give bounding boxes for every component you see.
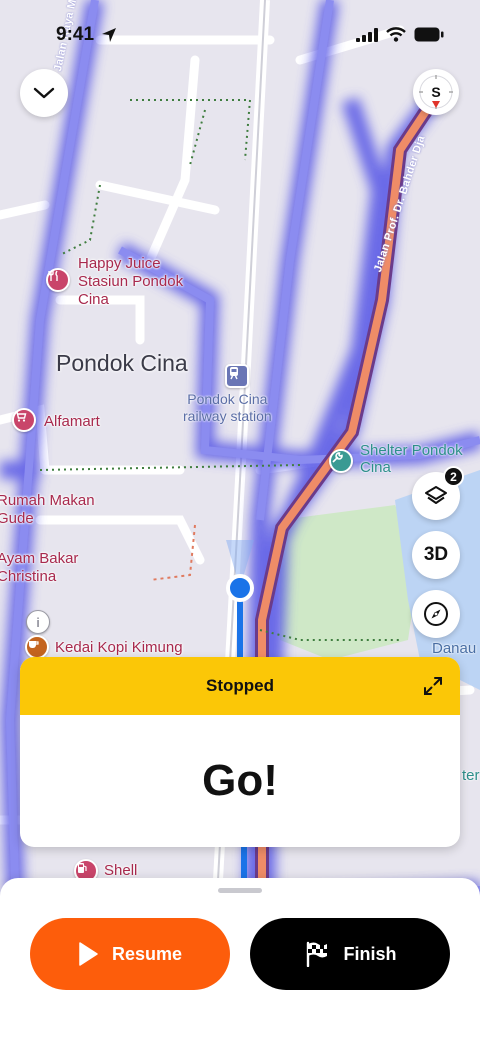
chevron-down-icon: [33, 87, 55, 99]
poi-pin-happy-juice[interactable]: [46, 268, 70, 292]
poi-label-happy-juice[interactable]: Happy Juice Stasiun Pondok Cina: [78, 255, 183, 309]
info-icon: i: [36, 614, 40, 630]
layers-button[interactable]: 2: [412, 466, 464, 520]
fork-knife-icon: [48, 270, 58, 281]
status-message: Go!: [202, 756, 278, 805]
info-pin[interactable]: i: [26, 610, 50, 634]
sheet-grabber[interactable]: [218, 888, 262, 893]
status-header-text: Stopped: [206, 676, 274, 695]
3d-toggle-button[interactable]: 3D: [412, 531, 460, 579]
signal-bars-icon: [356, 27, 378, 42]
collapse-button[interactable]: [20, 69, 68, 117]
resume-label: Resume: [111, 943, 183, 964]
wrench-icon: [332, 452, 343, 463]
checkered-flag-icon: [306, 941, 327, 967]
status-time: 9:41: [56, 24, 95, 45]
poi-label-kedai-kopi[interactable]: Kedai Kopi Kimung: [55, 639, 183, 657]
train-icon: [230, 367, 238, 380]
battery-icon: [414, 27, 444, 42]
edge-label: ter: [462, 767, 480, 784]
water-label: Danau: [432, 640, 477, 657]
shopping-cart-icon: [15, 411, 27, 422]
wifi-icon: [386, 27, 406, 42]
user-location-dot: [226, 574, 254, 602]
bottom-sheet: Resume Finish: [0, 878, 480, 1039]
layers-badge: 2: [443, 466, 464, 487]
status-bar: 9:41: [0, 0, 480, 70]
map-compass-button[interactable]: S: [413, 69, 459, 115]
play-icon: [79, 942, 98, 966]
coffee-cup-icon: [29, 641, 39, 648]
location-arrow-icon: [102, 28, 116, 42]
finish-label: Finish: [343, 943, 397, 964]
navigation-compass-icon: [424, 602, 448, 626]
poi-label-rumah-makan[interactable]: Rumah Makan Gude: [0, 492, 95, 528]
area-label: Pondok Cina: [56, 350, 188, 376]
poi-pin-alfamart[interactable]: [12, 408, 36, 432]
station-label[interactable]: Pondok Cina railway station: [183, 391, 272, 425]
poi-label-ayam-bakar[interactable]: Ayam Bakar Christina: [0, 550, 78, 586]
shelter-pin[interactable]: [329, 449, 353, 473]
recenter-button[interactable]: [412, 590, 460, 638]
3d-toggle-label: 3D: [423, 544, 449, 565]
status-card-header: Stopped: [20, 657, 460, 715]
expand-arrows-icon[interactable]: [422, 675, 444, 697]
poi-label-alfamart[interactable]: Alfamart: [44, 413, 100, 431]
fuel-pump-icon: [78, 863, 87, 873]
poi-pin-kedai-kopi[interactable]: [25, 635, 49, 659]
finish-button[interactable]: Finish: [250, 918, 450, 990]
resume-button[interactable]: Resume: [30, 918, 230, 990]
layers-icon: [425, 486, 447, 504]
station-pin[interactable]: [225, 364, 249, 388]
compass-label: S: [431, 84, 441, 100]
status-card: Stopped Go!: [20, 657, 460, 847]
status-card-body: Go!: [20, 715, 460, 847]
